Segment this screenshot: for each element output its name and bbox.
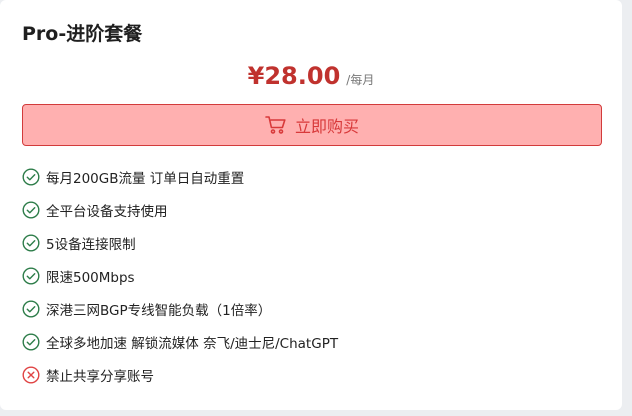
check-circle-icon [22, 233, 40, 252]
feature-item: 禁止共享分享账号 [22, 358, 338, 391]
feature-item: 限速500Mbps [22, 259, 338, 292]
feature-item: 全球多地加速 解锁流媒体 奈飞/迪士尼/ChatGPT [22, 325, 338, 358]
price-row: ¥28.00/每月 [0, 62, 622, 90]
feature-item: 每月200GB流量 订单日自动重置 [22, 160, 338, 193]
feature-text: 全球多地加速 解锁流媒体 奈飞/迪士尼/ChatGPT [46, 335, 339, 352]
feature-text: 全平台设备支持使用 [46, 203, 168, 220]
feature-text: 限速500Mbps [46, 269, 135, 286]
cross-circle-icon [22, 365, 40, 384]
plan-price: ¥28.00 [247, 62, 341, 90]
feature-item: 5设备连接限制 [22, 226, 338, 259]
check-circle-icon [22, 266, 40, 285]
plan-card: Pro-进阶套餐 ¥28.00/每月 立即购买 每月200GB流量 订单日自动重… [0, 0, 622, 410]
feature-list: 每月200GB流量 订单日自动重置 全平台设备支持使用 5设备连接限制 限速500Mb… [22, 160, 338, 391]
feature-item: 全平台设备支持使用 [22, 193, 338, 226]
buy-now-label: 立即购买 [294, 117, 359, 136]
check-circle-icon [22, 332, 40, 351]
check-circle-icon [22, 299, 40, 318]
check-circle-icon [22, 200, 40, 219]
plan-title: Pro-进阶套餐 [22, 23, 143, 45]
feature-text: 5设备连接限制 [46, 236, 136, 253]
check-circle-icon [22, 167, 40, 186]
feature-text: 深港三网BGP专线智能负载（1倍率） [46, 302, 272, 319]
billing-period: /每月 [346, 73, 375, 87]
cart-icon [265, 115, 287, 135]
feature-text: 每月200GB流量 订单日自动重置 [46, 170, 245, 187]
buy-now-button[interactable]: 立即购买 [22, 104, 602, 146]
feature-item: 深港三网BGP专线智能负载（1倍率） [22, 292, 338, 325]
feature-text: 禁止共享分享账号 [46, 368, 154, 385]
